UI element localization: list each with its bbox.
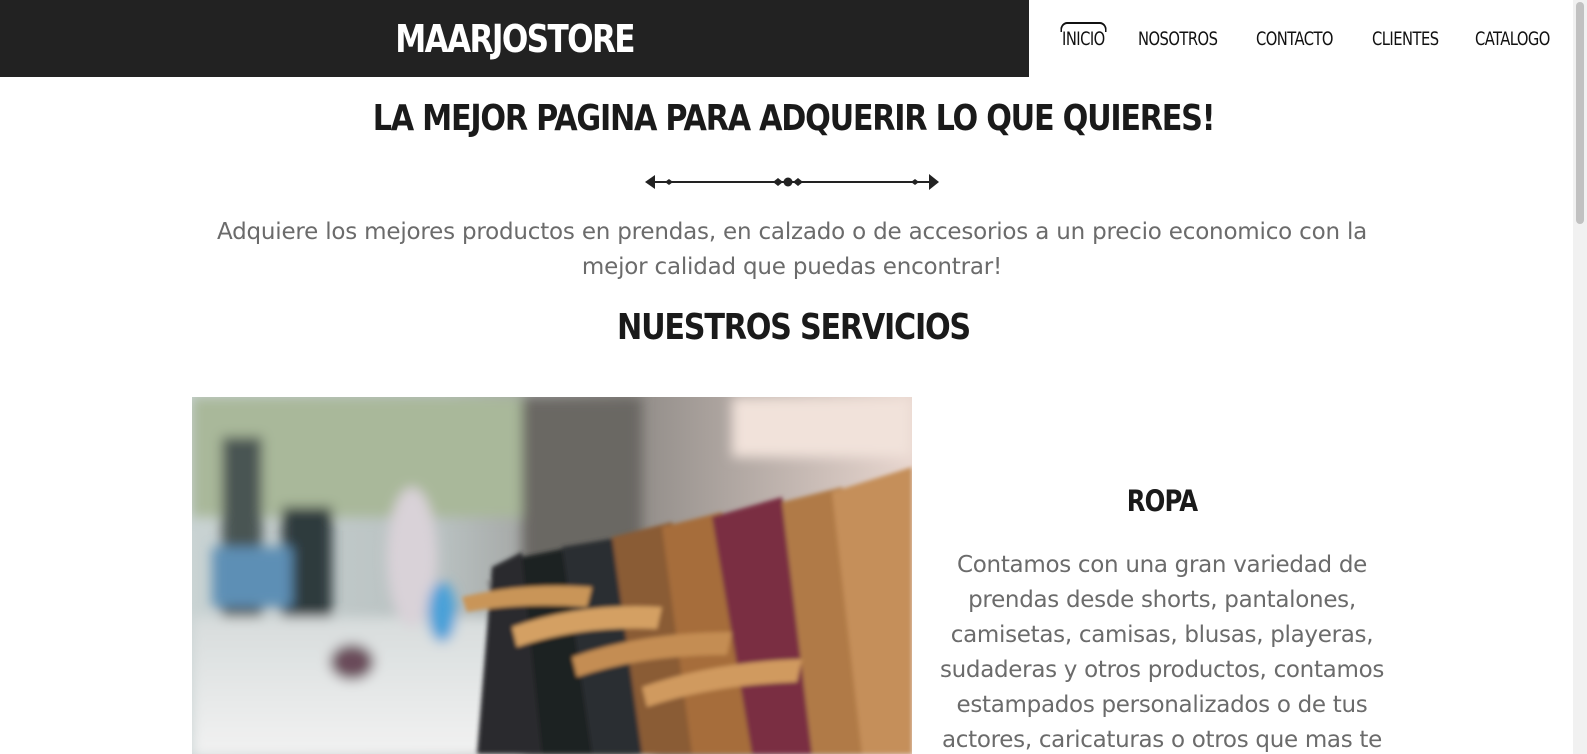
service-ropa-title: ROPA [1126,484,1198,518]
service-ropa-description: Contamos con una gran variedad de prenda… [939,552,1385,753]
ornamental-divider [645,174,939,190]
page-scrollbar[interactable] [1573,0,1587,754]
nav-catalogo[interactable]: CATALOGO [1475,28,1550,50]
clothing-rack-photo [192,397,912,754]
hero-headline: LA MEJOR PAGINA PARA ADQUERIR LO QUE QUI… [372,98,1216,139]
hero-intro-text: Adquiere los mejores productos en prenda… [216,219,1368,280]
nav-nosotros[interactable]: NOSOTROS [1138,28,1218,50]
site-logo[interactable]: MAARJOSTORE [395,17,635,61]
nav-contacto[interactable]: CONTACTO [1256,28,1334,50]
services-heading: NUESTROS SERVICIOS [617,307,971,348]
scrollbar-thumb[interactable] [1576,2,1584,224]
main-nav: INICIO NOSOTROS CONTACTO CLIENTES CATALO… [1060,0,1587,77]
nav-inicio[interactable]: INICIO [1060,21,1107,50]
nav-clientes[interactable]: CLIENTES [1372,28,1439,50]
top-navigation-bar: MAARJOSTORE INICIO NOSOTROS CONTACTO CLI… [0,0,1587,77]
brand-bar: MAARJOSTORE [0,0,1029,77]
